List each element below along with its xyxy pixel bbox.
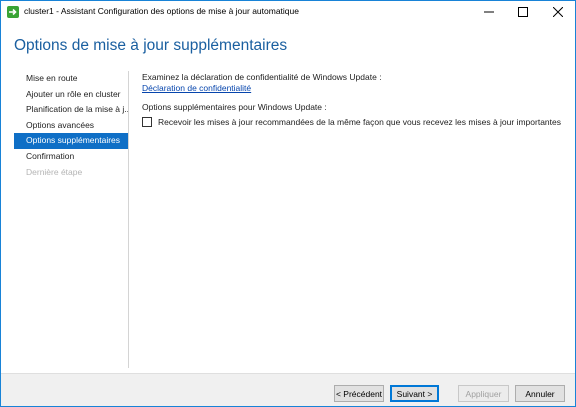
options-heading: Options supplémentaires pour Windows Upd… — [142, 102, 327, 112]
nav-divider — [128, 71, 129, 368]
nav-item-derniere-etape: Dernière étape — [26, 166, 83, 177]
recommended-updates-label: Recevoir les mises à jour recommandées d… — [158, 117, 561, 127]
nav-item-options-avancees[interactable]: Options avancées — [14, 118, 129, 134]
title-bar[interactable]: cluster1 - Assistant Configuration des o… — [1, 1, 575, 23]
nav-item-confirmation[interactable]: Confirmation — [14, 149, 129, 165]
maximize-icon — [518, 7, 528, 17]
privacy-statement-link[interactable]: Déclaration de confidentialité — [142, 83, 251, 93]
app-icon — [7, 6, 19, 18]
window-title: cluster1 - Assistant Configuration des o… — [24, 6, 299, 16]
wizard-window: cluster1 - Assistant Configuration des o… — [0, 0, 576, 407]
next-button[interactable]: Suivant > — [390, 385, 439, 402]
nav-item-options-supplementaires[interactable]: Options supplémentaires — [14, 133, 129, 149]
wizard-footer: < Précédent Suivant > Appliquer Annuler — [1, 373, 575, 406]
cancel-button[interactable]: Annuler — [515, 385, 565, 402]
wizard-header: Options de mise à jour supplémentaires — [1, 23, 575, 67]
minimize-button[interactable] — [472, 1, 506, 23]
page-title: Options de mise à jour supplémentaires — [14, 37, 288, 54]
apply-button: Appliquer — [458, 385, 509, 402]
privacy-prompt: Examinez la déclaration de confidentiali… — [142, 72, 382, 82]
recommended-updates-option[interactable]: Recevoir les mises à jour recommandées d… — [142, 117, 562, 127]
close-button[interactable] — [541, 1, 575, 23]
main-content: Examinez la déclaration de confidentiali… — [142, 72, 562, 127]
previous-button[interactable]: < Précédent — [334, 385, 384, 402]
nav-item-ajouter-role[interactable]: Ajouter un rôle en cluster — [14, 87, 129, 103]
minimize-icon — [484, 11, 494, 13]
maximize-button[interactable] — [506, 1, 540, 23]
nav-item-mise-en-route[interactable]: Mise en route — [14, 71, 129, 87]
nav-item-planification[interactable]: Planification de la mise à j... — [14, 102, 129, 118]
recommended-updates-checkbox[interactable] — [142, 117, 152, 127]
close-icon — [553, 7, 563, 17]
wizard-steps-nav: Mise en route Ajouter un rôle en cluster… — [14, 71, 129, 180]
